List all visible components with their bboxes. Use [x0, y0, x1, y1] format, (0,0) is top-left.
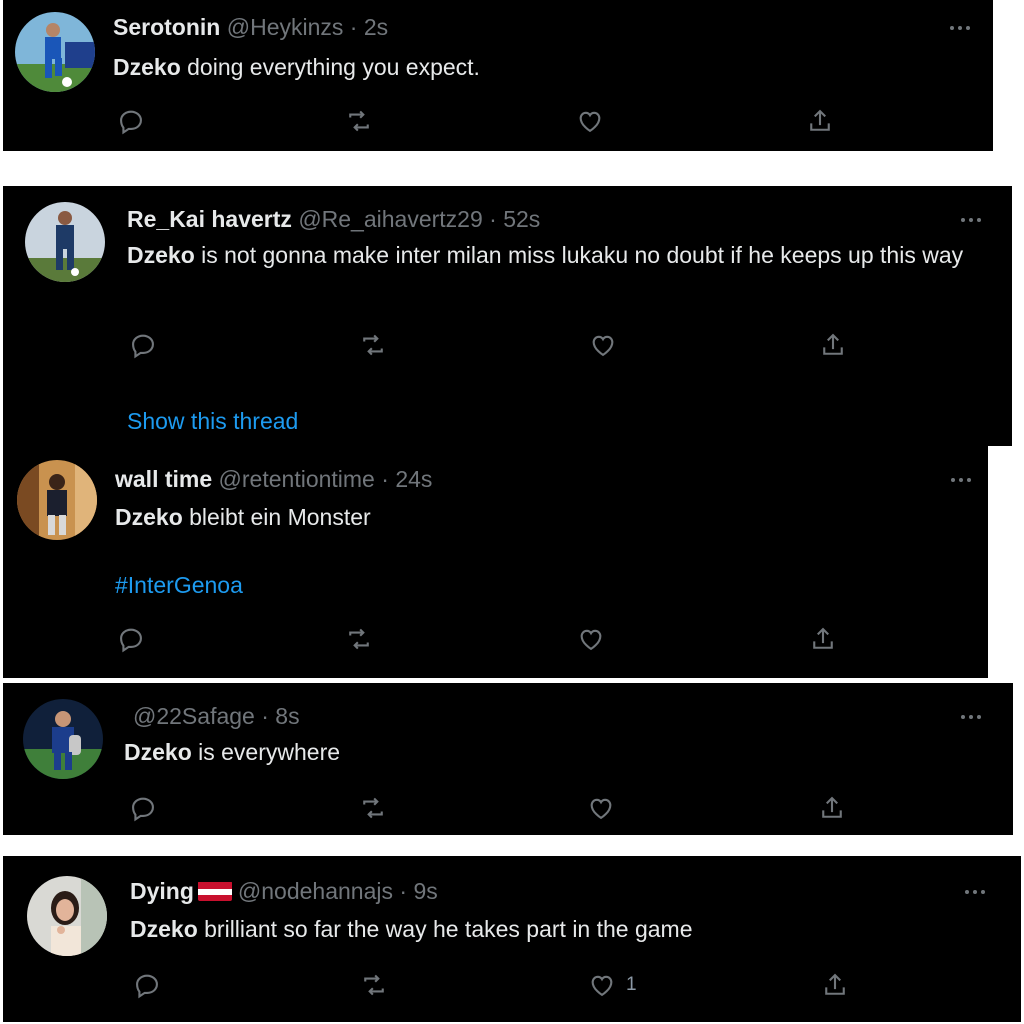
tweet-card-wall-time[interactable]: wall time @retentiontime · 24s Dzeko ble… — [3, 446, 988, 678]
separator: · — [261, 703, 269, 729]
reply-icon[interactable] — [133, 970, 163, 1000]
tweet-text-rest: is everywhere — [191, 739, 341, 765]
avatar[interactable] — [15, 12, 95, 92]
user-handle[interactable]: @Heykinzs — [227, 14, 344, 40]
timestamp[interactable]: 2s — [364, 14, 388, 40]
share-icon[interactable] — [821, 970, 851, 1000]
tweet-text-bold: Dzeko — [113, 54, 181, 80]
retweet-icon[interactable] — [345, 106, 375, 136]
tweet-text: Dzeko bleibt ein Monster — [115, 500, 965, 534]
tweet-header: wall time @retentiontime · 24s — [115, 466, 432, 493]
more-options-icon[interactable] — [954, 210, 988, 230]
timestamp[interactable]: 9s — [413, 878, 437, 904]
share-icon[interactable] — [809, 624, 839, 654]
avatar[interactable] — [25, 202, 105, 282]
heart-icon[interactable] — [576, 106, 606, 136]
more-options-icon[interactable] — [944, 470, 978, 490]
share-icon[interactable] — [818, 793, 848, 823]
timestamp[interactable]: 24s — [395, 466, 432, 492]
timestamp[interactable]: 8s — [275, 703, 299, 729]
tweet-text-rest: bleibt ein Monster — [182, 504, 371, 530]
tweet-text-bold: Dzeko — [124, 739, 192, 765]
separator: · — [489, 206, 497, 232]
avatar[interactable] — [27, 876, 107, 956]
austria-flag-icon — [197, 881, 232, 901]
reply-icon[interactable] — [129, 793, 159, 823]
display-name[interactable]: Re_Kai havertz — [127, 206, 292, 232]
hashtag-link[interactable]: #InterGenoa — [115, 572, 243, 599]
tweet-card-serotonin[interactable]: Serotonin @Heykinzs · 2s Dzeko doing eve… — [3, 0, 993, 151]
tweet-text-bold: Dzeko — [130, 916, 198, 942]
tweet-text-rest: is not gonna make inter milan miss lukak… — [194, 242, 964, 268]
tweet-header: @22Safage · 8s — [133, 703, 300, 730]
display-name[interactable]: wall time — [115, 466, 212, 492]
heart-icon[interactable] — [587, 793, 617, 823]
timestamp[interactable]: 52s — [503, 206, 540, 232]
tweet-card-dying[interactable]: Dying @nodehannajs · 9s Dzeko brilliant s… — [3, 856, 1021, 1022]
more-options-icon[interactable] — [954, 707, 988, 727]
reply-icon[interactable] — [117, 624, 147, 654]
user-handle[interactable]: @retentiontime — [219, 466, 375, 492]
tweet-header: Serotonin @Heykinzs · 2s — [113, 14, 388, 41]
tweet-text-bold: Dzeko — [115, 504, 183, 530]
tweet-text: Dzeko brilliant so far the way he takes … — [130, 912, 990, 946]
share-icon[interactable] — [806, 106, 836, 136]
retweet-icon[interactable] — [345, 624, 375, 654]
display-name[interactable]: Serotonin — [113, 14, 220, 40]
share-icon[interactable] — [819, 330, 849, 360]
user-handle[interactable]: @nodehannajs — [238, 878, 393, 904]
retweet-icon[interactable] — [359, 793, 389, 823]
tweet-card-re-kai-havertz[interactable]: Re_Kai havertz @Re_aihavertz29 · 52s Dze… — [3, 186, 1012, 446]
tweet-header: Re_Kai havertz @Re_aihavertz29 · 52s — [127, 206, 540, 233]
separator: · — [381, 466, 389, 492]
user-handle[interactable]: @Re_aihavertz29 — [298, 206, 482, 232]
more-options-icon[interactable] — [943, 18, 977, 38]
retweet-icon[interactable] — [359, 330, 389, 360]
avatar[interactable] — [17, 460, 97, 540]
display-name[interactable]: Dying — [130, 878, 194, 904]
tweet-text-rest: brilliant so far the way he takes part i… — [197, 916, 693, 942]
avatar[interactable] — [23, 699, 103, 779]
user-handle[interactable]: @22Safage — [133, 703, 255, 729]
tweet-text: Dzeko doing everything you expect. — [113, 50, 973, 84]
tweet-text-bold: Dzeko — [127, 242, 195, 268]
heart-icon[interactable] — [577, 624, 607, 654]
show-thread-link[interactable]: Show this thread — [127, 408, 298, 435]
separator: · — [399, 878, 408, 904]
tweet-card-22safage[interactable]: @22Safage · 8s Dzeko is everywhere — [3, 683, 1013, 835]
tweet-header: Dying @nodehannajs · 9s — [130, 878, 438, 905]
heart-icon[interactable] — [589, 330, 619, 360]
more-options-icon[interactable] — [958, 882, 992, 902]
tweet-text-rest: doing everything you expect. — [180, 54, 480, 80]
heart-icon[interactable]: 1 — [588, 970, 658, 1000]
separator: · — [349, 14, 358, 40]
tweet-text: Dzeko is not gonna make inter milan miss… — [127, 238, 977, 272]
reply-icon[interactable] — [129, 330, 159, 360]
retweet-icon[interactable] — [360, 970, 390, 1000]
reply-icon[interactable] — [117, 106, 147, 136]
like-count: 1 — [626, 974, 637, 995]
tweet-text: Dzeko is everywhere — [124, 735, 984, 769]
